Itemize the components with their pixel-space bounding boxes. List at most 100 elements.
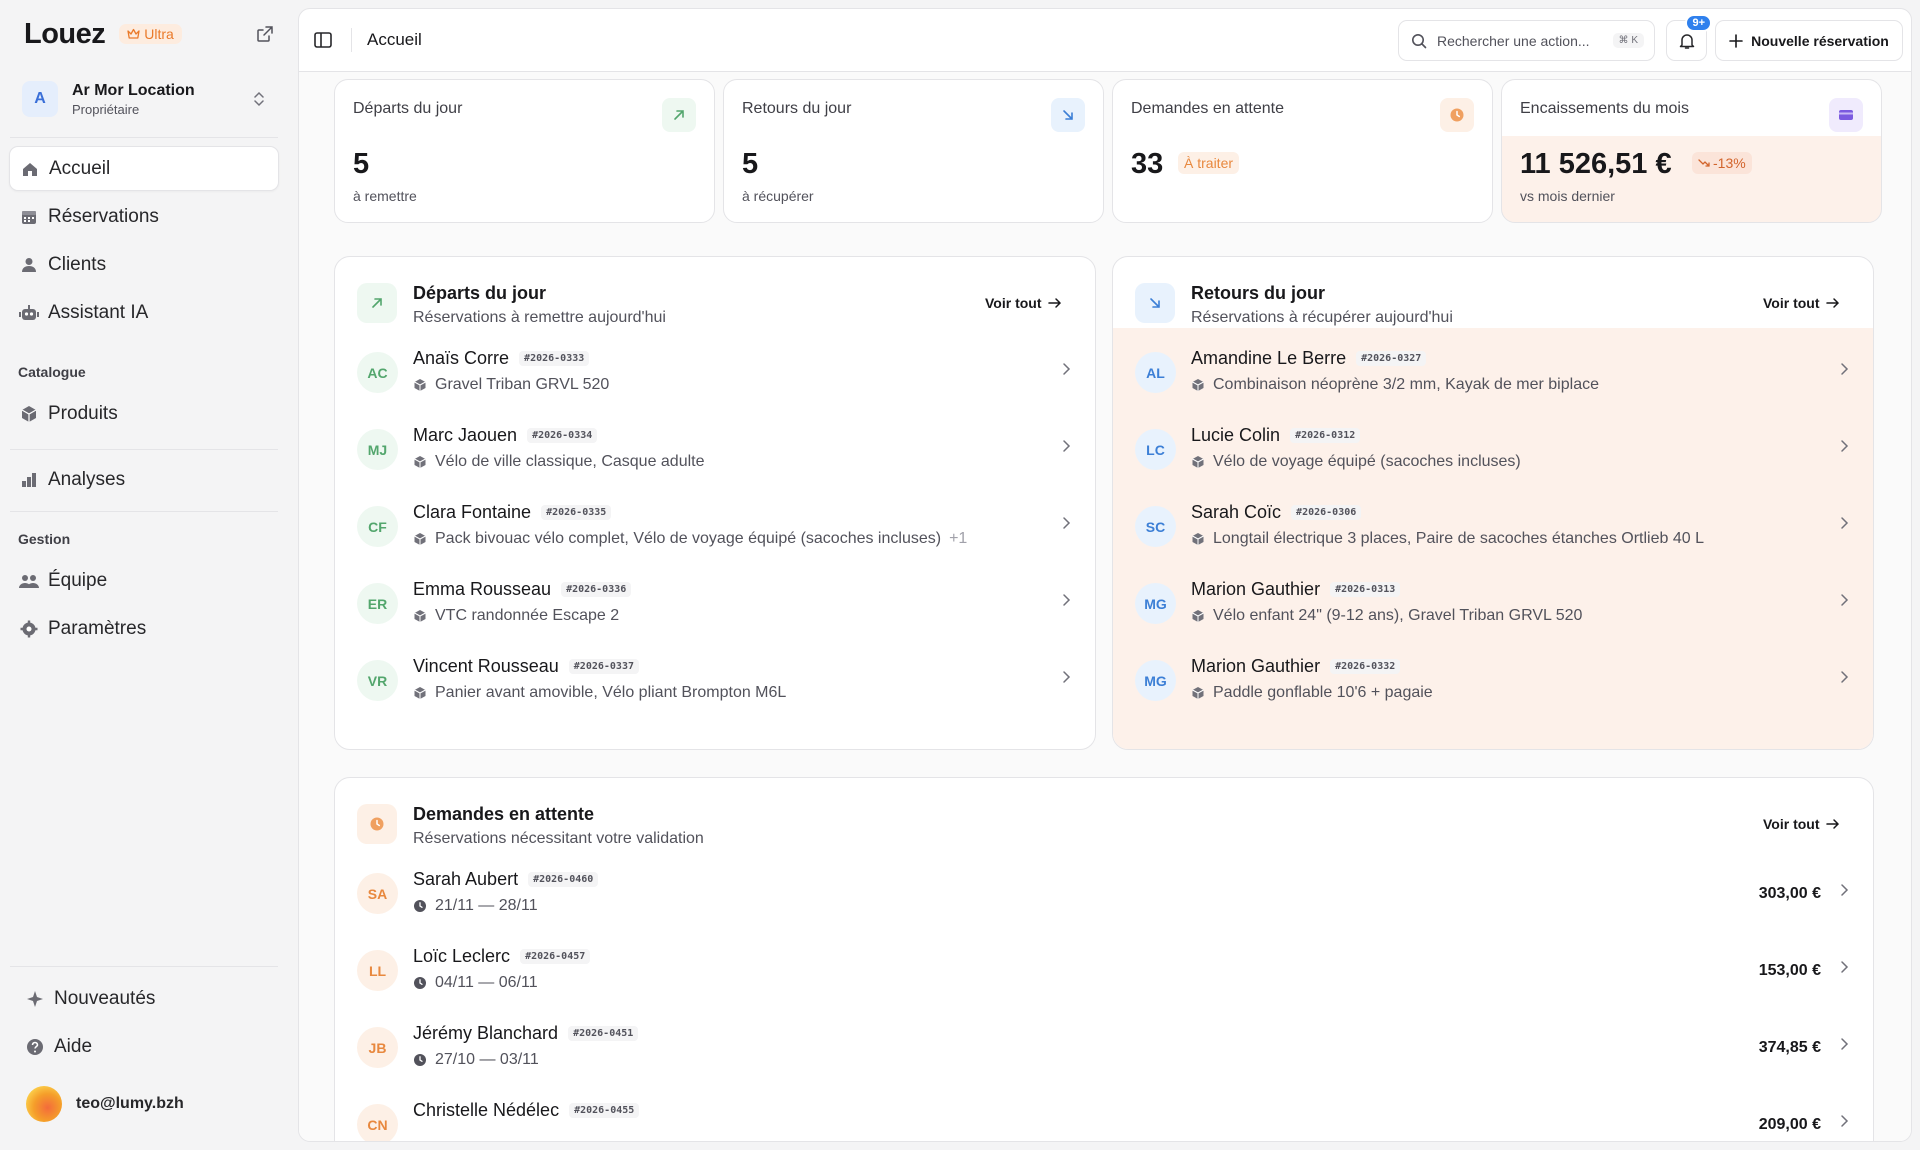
org-switcher[interactable]: A Ar Mor Location Propriétaire bbox=[22, 78, 274, 120]
list-item[interactable]: SC Sarah Coïc #2026-0306 Longtail électriqu… bbox=[1113, 494, 1873, 571]
chevron-right-icon bbox=[1061, 439, 1071, 458]
list-item[interactable]: AC Anaïs Corre #2026-0333 Gravel Triban GRV… bbox=[335, 340, 1095, 417]
search-input[interactable]: Rechercher une action... ⌘ K bbox=[1398, 20, 1655, 61]
sidebar-item-assistant[interactable]: Assistant IA bbox=[9, 290, 279, 335]
list-item[interactable]: MG Marion Gauthier #2026-0332 Paddle gonfla… bbox=[1113, 648, 1873, 725]
sidebar-toggle-icon[interactable] bbox=[313, 30, 333, 55]
chevron-right-icon bbox=[1063, 363, 1071, 375]
sidebar-item-label: Clients bbox=[48, 253, 107, 275]
package-icon bbox=[414, 379, 426, 391]
trend-down-icon bbox=[1698, 159, 1710, 167]
customer-name: Emma Rousseau bbox=[413, 579, 552, 599]
sidebar-item-label: Analyses bbox=[48, 468, 126, 490]
list-item[interactable]: CN Christelle Nédélec #2026-0455 209,00 € bbox=[335, 1092, 1873, 1141]
sidebar-item-nouveautes[interactable]: Nouveautés bbox=[9, 976, 279, 1021]
topbar: Accueil Rechercher une action... ⌘ K 9+ … bbox=[299, 9, 1911, 72]
arrow-right-icon bbox=[1825, 298, 1839, 308]
customer-name: Christelle Nédélec bbox=[413, 1100, 560, 1120]
chevron-right-icon bbox=[1061, 593, 1071, 612]
departures-panel: Départs du jour Réservations à remettre … bbox=[334, 256, 1096, 750]
chevron-right-icon bbox=[1841, 1115, 1849, 1127]
new-reservation-button[interactable]: Nouvelle réservation bbox=[1715, 20, 1903, 61]
panel-subtitle: Réservations nécessitant votre validatio… bbox=[413, 830, 704, 847]
chevron-right-icon bbox=[1063, 517, 1071, 529]
customer-name: Sarah Aubert bbox=[413, 869, 519, 889]
sidebar-item-clients[interactable]: Clients bbox=[9, 242, 279, 287]
bar-chart-icon bbox=[19, 470, 39, 490]
breadcrumb[interactable]: Accueil bbox=[367, 30, 422, 50]
chevron-right-icon bbox=[1839, 1114, 1849, 1133]
date-range: 21/11 — 28/11 bbox=[435, 897, 538, 914]
external-link-icon[interactable] bbox=[256, 25, 274, 48]
delta-badge: -13% bbox=[1692, 152, 1752, 174]
avatar: SC bbox=[1135, 506, 1176, 547]
avatar: ER bbox=[357, 583, 398, 624]
reservation-ref: #2026-0336 bbox=[561, 582, 632, 597]
list-item[interactable]: AL Amandine Le Berre #2026-0327 Combinaison… bbox=[1113, 340, 1873, 417]
package-icon bbox=[1192, 687, 1204, 699]
sidebar: Louez Ultra A Ar Mor Location Propriétai… bbox=[0, 0, 298, 1150]
stat-card-revenue[interactable]: Encaissements du mois 11 526,51 € -13% v… bbox=[1501, 79, 1882, 223]
clock-icon bbox=[357, 804, 397, 844]
arrow-up-right-icon bbox=[357, 283, 397, 323]
sidebar-item-produits[interactable]: Produits bbox=[9, 391, 279, 436]
list-item[interactable]: CF Clara Fontaine #2026-0335 Pack bivouac v… bbox=[335, 494, 1095, 571]
chevron-right-icon bbox=[1841, 517, 1849, 529]
panel-title: Retours du jour bbox=[1191, 283, 1325, 303]
plan-label: Ultra bbox=[144, 26, 174, 42]
sidebar-item-reservations[interactable]: Réservations bbox=[9, 194, 279, 239]
avatar: LC bbox=[1135, 429, 1176, 470]
price: 153,00 € bbox=[1758, 962, 1821, 979]
customer-name: Marc Jaouen bbox=[413, 425, 518, 445]
date-range: 04/11 — 06/11 bbox=[435, 974, 538, 991]
sidebar-item-equipe[interactable]: Équipe bbox=[9, 558, 279, 603]
list-item[interactable]: SA Sarah Aubert #2026-0460 21/11 — 28/11 303… bbox=[335, 861, 1873, 938]
clock-icon bbox=[1440, 98, 1474, 132]
notifications-button[interactable]: 9+ bbox=[1666, 14, 1712, 61]
sidebar-item-aide[interactable]: Aide bbox=[9, 1024, 279, 1069]
sidebar-divider bbox=[10, 511, 278, 512]
list-item[interactable]: MG Marion Gauthier #2026-0313 Vélo enfant 2… bbox=[1113, 571, 1873, 648]
panel-subtitle: Réservations à remettre aujourd'hui bbox=[413, 309, 666, 326]
sidebar-item-analyses[interactable]: Analyses bbox=[9, 457, 279, 502]
bell-icon bbox=[1679, 33, 1694, 49]
stat-value: 5 bbox=[353, 148, 370, 180]
chevron-right-icon bbox=[1839, 1037, 1849, 1056]
view-all-link[interactable]: Voir tout bbox=[1763, 295, 1840, 311]
sidebar-item-parametres[interactable]: Paramètres bbox=[9, 606, 279, 651]
arrow-up-right-icon bbox=[662, 98, 696, 132]
calendar-icon bbox=[19, 207, 39, 227]
customer-name: Anaïs Corre bbox=[413, 348, 510, 368]
list-item[interactable]: LC Lucie Colin #2026-0312 Vélo de voyage éq… bbox=[1113, 417, 1873, 494]
sidebar-item-label: Paramètres bbox=[48, 617, 147, 639]
avatar: MG bbox=[1135, 583, 1176, 624]
stat-card-returns[interactable]: Retours du jour 5 à récupérer bbox=[723, 79, 1104, 223]
app-logo[interactable]: Louez bbox=[24, 18, 106, 51]
clock-icon bbox=[414, 1054, 426, 1066]
items-text: Longtail électrique 3 places, Paire de s… bbox=[1213, 530, 1704, 547]
list-item[interactable]: LL Loïc Leclerc #2026-0457 04/11 — 06/11 153… bbox=[335, 938, 1873, 1015]
sidebar-divider bbox=[10, 137, 278, 138]
notification-badge: 9+ bbox=[1685, 14, 1712, 32]
sidebar-item-accueil[interactable]: Accueil bbox=[9, 146, 279, 191]
list-item[interactable]: MJ Marc Jaouen #2026-0334 Vélo de ville cla… bbox=[335, 417, 1095, 494]
arrow-down-right-icon bbox=[1135, 283, 1175, 323]
stat-subtitle: à récupérer bbox=[742, 188, 814, 204]
reservation-ref: #2026-0460 bbox=[528, 872, 599, 887]
stat-card-departures[interactable]: Départs du jour 5 à remettre bbox=[334, 79, 715, 223]
list-item[interactable]: JB Jérémy Blanchard #2026-0451 27/10 — 03/1… bbox=[335, 1015, 1873, 1092]
view-all-link[interactable]: Voir tout bbox=[1763, 816, 1840, 832]
list-item[interactable]: VR Vincent Rousseau #2026-0337 Panier avant… bbox=[335, 648, 1095, 725]
stat-title: Encaissements du mois bbox=[1520, 100, 1689, 117]
chevron-right-icon bbox=[1841, 1038, 1849, 1050]
arrow-right-icon bbox=[1825, 819, 1839, 829]
avatar: AL bbox=[1135, 352, 1176, 393]
view-all-link[interactable]: Voir tout bbox=[985, 295, 1062, 311]
returns-panel: Retours du jour Réservations à récupérer… bbox=[1112, 256, 1874, 750]
stat-card-pending[interactable]: Demandes en attente 33 À traiter bbox=[1112, 79, 1493, 223]
user-menu[interactable]: teo@lumy.bzh bbox=[26, 1086, 184, 1122]
customer-name: Vincent Rousseau bbox=[413, 656, 559, 676]
list-item[interactable]: ER Emma Rousseau #2026-0336 VTC randonnée E… bbox=[335, 571, 1095, 648]
stat-value: 5 bbox=[742, 148, 759, 180]
chevron-right-icon bbox=[1841, 884, 1849, 896]
